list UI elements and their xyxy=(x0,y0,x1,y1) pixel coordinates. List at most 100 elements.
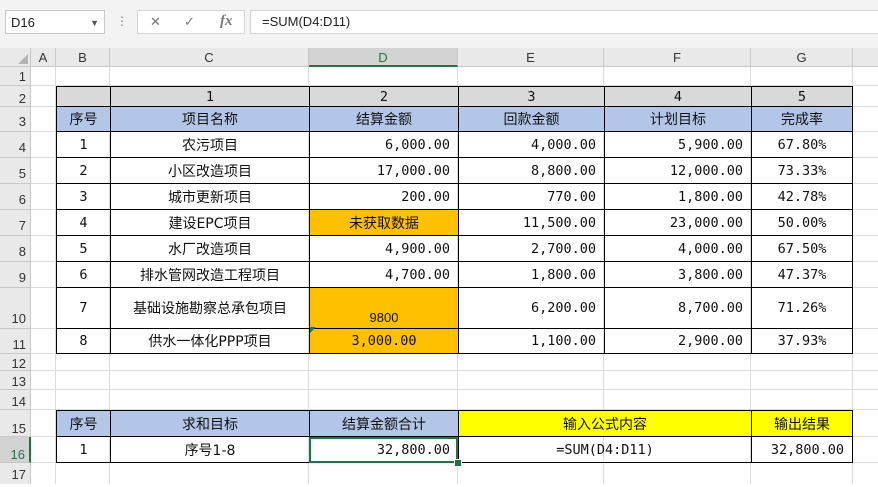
summary-formula-text[interactable]: =SUM(D4:D11) xyxy=(458,437,751,463)
cell-d2[interactable]: 2 xyxy=(309,86,458,107)
table-row-4-settlement[interactable]: 未获取数据 xyxy=(309,210,458,236)
row-header-6[interactable]: 6 xyxy=(0,184,31,210)
column-header-b[interactable]: B xyxy=(56,48,110,67)
table-row-8-settlement[interactable]: 3,000.00 xyxy=(309,329,458,354)
summary-target[interactable]: 序号1-8 xyxy=(110,437,309,463)
table-row-3-rate[interactable]: 42.78% xyxy=(751,184,853,210)
table-row-1-settlement[interactable]: 6,000.00 xyxy=(309,132,458,158)
table-row-6-seq[interactable]: 6 xyxy=(56,262,110,288)
table-row-6-rate[interactable]: 47.37% xyxy=(751,262,853,288)
fill-handle[interactable] xyxy=(454,459,462,467)
cell-f2[interactable]: 4 xyxy=(604,86,751,107)
formula-input[interactable]: =SUM(D4:D11) xyxy=(250,10,878,34)
insert-function-icon[interactable]: fx xyxy=(220,13,233,30)
table-row-5-rate[interactable]: 67.50% xyxy=(751,236,853,262)
table-row-2-rate[interactable]: 73.33% xyxy=(751,158,853,184)
table-row-3-collection[interactable]: 770.00 xyxy=(458,184,604,210)
row-header-16[interactable]: 16 xyxy=(0,437,31,463)
summary-result[interactable]: 32,800.00 xyxy=(751,437,853,463)
header-project-name[interactable]: 项目名称 xyxy=(110,107,309,132)
table-row-4-seq[interactable]: 4 xyxy=(56,210,110,236)
column-header-c[interactable]: C xyxy=(110,48,309,67)
table-row-1-rate[interactable]: 67.80% xyxy=(751,132,853,158)
table-row-5-seq[interactable]: 5 xyxy=(56,236,110,262)
table-row-2-settlement[interactable]: 17,000.00 xyxy=(309,158,458,184)
table-row-3-target[interactable]: 1,800.00 xyxy=(604,184,751,210)
header-plan-target[interactable]: 计划目标 xyxy=(604,107,751,132)
column-header-d[interactable]: D xyxy=(309,48,458,67)
enter-icon[interactable]: ✓ xyxy=(184,15,195,30)
cell-b2[interactable] xyxy=(56,86,110,107)
row-header-5[interactable]: 5 xyxy=(0,158,31,184)
table-row-5-settlement[interactable]: 4,900.00 xyxy=(309,236,458,262)
table-row-2-name[interactable]: 小区改造项目 xyxy=(110,158,309,184)
more-options-icon[interactable]: ⋮ xyxy=(116,14,128,28)
table-row-5-target[interactable]: 4,000.00 xyxy=(604,236,751,262)
table-row-8-target[interactable]: 2,900.00 xyxy=(604,329,751,354)
column-header-a[interactable]: A xyxy=(31,48,56,67)
column-header-h[interactable] xyxy=(853,48,878,67)
table-row-8-collection[interactable]: 1,100.00 xyxy=(458,329,604,354)
table-row-6-target[interactable]: 3,800.00 xyxy=(604,262,751,288)
table-row-1-target[interactable]: 5,900.00 xyxy=(604,132,751,158)
name-box[interactable]: D16 ▼ xyxy=(5,10,105,34)
table-row-8-name[interactable]: 供水一体化PPP项目 xyxy=(110,329,309,354)
table-row-7-collection[interactable]: 6,200.00 xyxy=(458,288,604,329)
table-row-4-target[interactable]: 23,000.00 xyxy=(604,210,751,236)
row-header-12[interactable]: 12 xyxy=(0,354,31,371)
select-all-corner[interactable] xyxy=(0,48,31,67)
table-row-3-settlement[interactable]: 200.00 xyxy=(309,184,458,210)
table-row-8-rate[interactable]: 37.93% xyxy=(751,329,853,354)
row-header-11[interactable]: 11 xyxy=(0,329,31,354)
table-row-3-seq[interactable]: 3 xyxy=(56,184,110,210)
table-row-3-name[interactable]: 城市更新项目 xyxy=(110,184,309,210)
chevron-down-icon[interactable]: ▼ xyxy=(90,11,99,35)
row-header-7[interactable]: 7 xyxy=(0,210,31,236)
summary-total[interactable]: 32,800.00 xyxy=(309,437,458,463)
summary-header-formula[interactable]: 输入公式内容 xyxy=(458,410,751,437)
table-row-1-collection[interactable]: 4,000.00 xyxy=(458,132,604,158)
table-row-7-rate[interactable]: 71.26% xyxy=(751,288,853,329)
summary-header-seq[interactable]: 序号 xyxy=(56,410,110,437)
row-header-10[interactable]: 10 xyxy=(0,288,31,329)
row-header-3[interactable]: 3 xyxy=(0,107,31,132)
table-row-5-name[interactable]: 水厂改造项目 xyxy=(110,236,309,262)
table-row-6-collection[interactable]: 1,800.00 xyxy=(458,262,604,288)
table-row-7-settlement[interactable]: 9800 xyxy=(309,288,458,329)
column-header-g[interactable]: G xyxy=(751,48,853,67)
cell-g2[interactable]: 5 xyxy=(751,86,853,107)
row-header-14[interactable]: 14 xyxy=(0,390,31,410)
table-row-2-collection[interactable]: 8,800.00 xyxy=(458,158,604,184)
table-row-4-name[interactable]: 建设EPC项目 xyxy=(110,210,309,236)
row-header-17[interactable]: 17 xyxy=(0,463,31,484)
row-header-2[interactable]: 2 xyxy=(0,86,31,107)
column-header-e[interactable]: E xyxy=(458,48,604,67)
header-settlement[interactable]: 结算金额 xyxy=(309,107,458,132)
row-header-15[interactable]: 15 xyxy=(0,410,31,437)
cell-c2[interactable]: 1 xyxy=(110,86,309,107)
table-row-4-rate[interactable]: 50.00% xyxy=(751,210,853,236)
summary-header-result[interactable]: 输出结果 xyxy=(751,410,853,437)
summary-header-total[interactable]: 结算金额合计 xyxy=(309,410,458,437)
table-row-4-collection[interactable]: 11,500.00 xyxy=(458,210,604,236)
error-indicator-icon[interactable] xyxy=(310,327,316,333)
table-row-7-name[interactable]: 基础设施勘察总承包项目 xyxy=(110,288,309,329)
summary-header-target[interactable]: 求和目标 xyxy=(110,410,309,437)
row-header-4[interactable]: 4 xyxy=(0,132,31,158)
header-seq[interactable]: 序号 xyxy=(56,107,110,132)
table-row-7-target[interactable]: 8,700.00 xyxy=(604,288,751,329)
row-header-13[interactable]: 13 xyxy=(0,371,31,390)
summary-seq[interactable]: 1 xyxy=(56,437,110,463)
table-row-1-name[interactable]: 农污项目 xyxy=(110,132,309,158)
row-header-9[interactable]: 9 xyxy=(0,262,31,288)
table-row-6-settlement[interactable]: 4,700.00 xyxy=(309,262,458,288)
cancel-icon[interactable]: ✕ xyxy=(150,15,161,30)
table-row-2-target[interactable]: 12,000.00 xyxy=(604,158,751,184)
table-row-2-seq[interactable]: 2 xyxy=(56,158,110,184)
cell-e2[interactable]: 3 xyxy=(458,86,604,107)
column-header-f[interactable]: F xyxy=(604,48,751,67)
header-completion-rate[interactable]: 完成率 xyxy=(751,107,853,132)
table-row-6-name[interactable]: 排水管网改造工程项目 xyxy=(110,262,309,288)
table-row-7-seq[interactable]: 7 xyxy=(56,288,110,329)
table-row-1-seq[interactable]: 1 xyxy=(56,132,110,158)
